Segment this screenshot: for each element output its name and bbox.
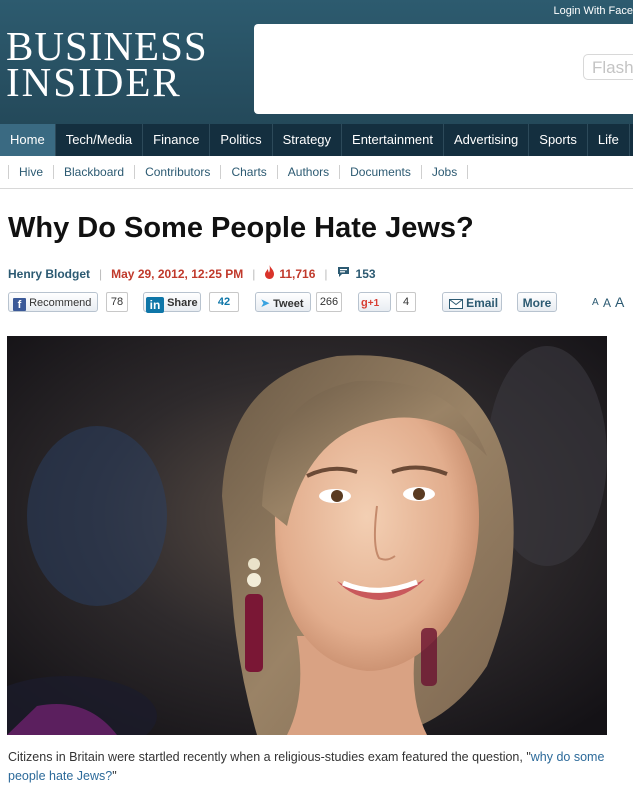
subnav-item-jobs[interactable]: Jobs (420, 165, 469, 179)
nav-item-entertainment[interactable]: Entertainment (342, 124, 444, 156)
logo-line-2: INSIDER (6, 59, 182, 105)
google-plus-one-button[interactable]: g+1 (358, 292, 391, 312)
nav-item-life[interactable]: Life (588, 124, 630, 156)
share-bar: f Recommend 78 in Share 42 ➤ Tweet 266 g… (8, 292, 628, 314)
subnav-item-blackboard[interactable]: Blackboard (53, 165, 134, 179)
flame-icon (264, 265, 275, 282)
more-button[interactable]: More (517, 292, 557, 312)
business-insider-logo[interactable]: BUSINESS INSIDER (6, 26, 208, 105)
nav-item-advertising[interactable]: Advertising (444, 124, 530, 156)
linkedin-share-label: Share (167, 297, 198, 309)
subnav-item-documents[interactable]: Documents (339, 165, 421, 179)
envelope-icon (449, 296, 463, 316)
email-button[interactable]: Email (442, 292, 502, 312)
flash-placeholder: Flash (583, 54, 633, 80)
more-label: More (522, 296, 552, 310)
linkedin-count: 42 (209, 292, 239, 312)
byline-divider: | (99, 266, 103, 281)
facebook-icon: f (13, 298, 26, 311)
nav-item-strategy[interactable]: Strategy (273, 124, 343, 156)
nav-item-tech-media[interactable]: Tech/Media (56, 124, 144, 156)
sub-nav: Hive Blackboard Contributors Charts Auth… (0, 156, 633, 189)
author-link[interactable]: Henry Blodget (8, 267, 90, 281)
twitter-count: 266 (316, 292, 342, 312)
nav-item-politics[interactable]: Politics (210, 124, 273, 156)
byline-divider: | (324, 266, 328, 281)
site-header: Login With Face BUSINESS INSIDER Flash (0, 0, 633, 124)
font-size-small-button[interactable]: A (592, 297, 599, 308)
font-size-medium-button[interactable]: A (603, 296, 611, 310)
subnav-item-charts[interactable]: Charts (220, 165, 276, 179)
main-nav: Home Tech/Media Finance Politics Strateg… (0, 124, 633, 156)
comment-icon[interactable] (337, 266, 350, 281)
twitter-bird-icon: ➤ (260, 296, 271, 310)
intro-text: Citizens in Britain were startled recent… (8, 750, 531, 764)
twitter-tweet-label: Tweet (273, 298, 304, 310)
comment-count[interactable]: 153 (356, 267, 376, 281)
article-byline: Henry Blodget | May 29, 2012, 12:25 PM |… (8, 265, 376, 282)
google-plus-icon: g (361, 297, 368, 309)
intro-text-end: " (112, 769, 117, 783)
subnav-item-authors[interactable]: Authors (276, 165, 339, 179)
nav-item-home[interactable]: Home (0, 124, 56, 156)
header-ad-banner[interactable]: Flash (254, 24, 633, 114)
twitter-tweet-button[interactable]: ➤ Tweet (255, 292, 311, 312)
linkedin-share-button[interactable]: in Share (143, 292, 201, 313)
facebook-recommend-label: Recommend (29, 297, 92, 309)
facebook-count: 78 (106, 292, 128, 312)
google-plus-count: 4 (396, 292, 416, 312)
nav-item-sports[interactable]: Sports (529, 124, 588, 156)
article-title: Why Do Some People Hate Jews? (8, 212, 474, 244)
google-plus-one-label: +1 (367, 298, 380, 309)
publish-date: May 29, 2012, 12:25 PM (111, 266, 244, 281)
font-size-large-button[interactable]: A (615, 294, 624, 310)
facebook-recommend-button[interactable]: f Recommend (8, 292, 98, 312)
view-count: 11,716 (279, 266, 316, 281)
email-label: Email (466, 296, 499, 310)
subnav-item-contributors[interactable]: Contributors (134, 165, 220, 179)
article-intro-paragraph: Citizens in Britain were startled recent… (8, 748, 618, 786)
nav-item-finance[interactable]: Finance (143, 124, 211, 156)
linkedin-icon: in (146, 297, 164, 313)
subnav-item-hive[interactable]: Hive (8, 165, 53, 179)
article-photo (7, 336, 607, 735)
byline-divider: | (252, 266, 256, 281)
login-with-facebook-link[interactable]: Login With Face (554, 5, 633, 17)
